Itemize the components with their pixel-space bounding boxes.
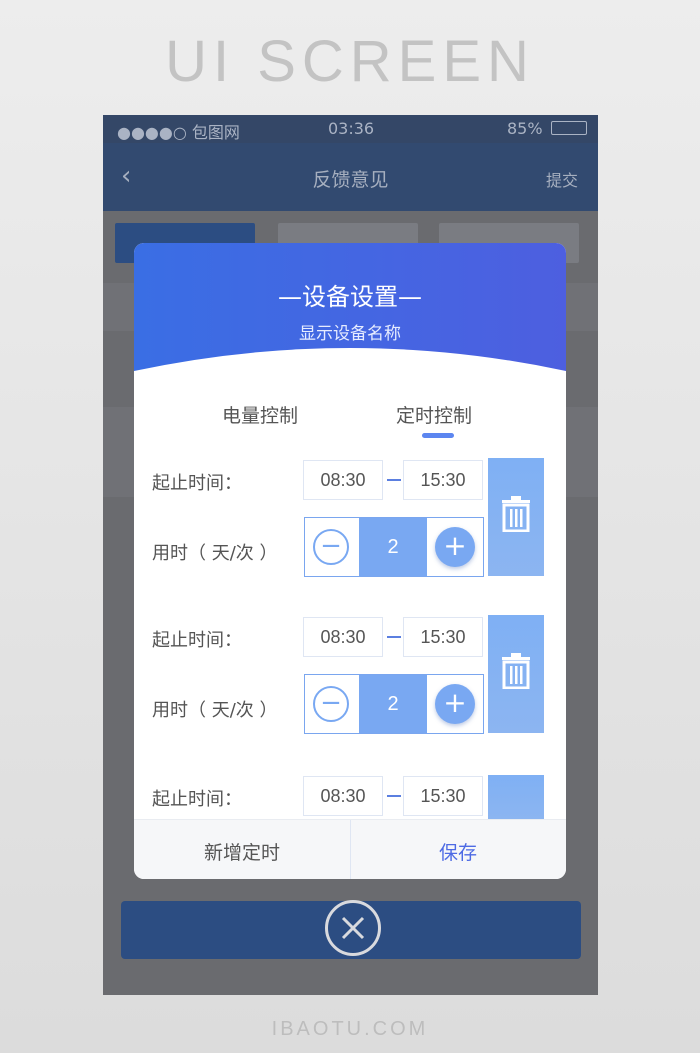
start-time-input[interactable]: 08:30 [303,617,383,657]
plus-icon[interactable]: + [435,684,475,724]
dialog-subtitle: 显示设备名称 [299,324,401,344]
time-range-label: 起止时间： [152,789,242,810]
device-settings-dialog: —设备设置— 显示设备名称 电量控制 定时控制 起止时间： 08:30 15:3… [134,243,566,879]
delete-schedule-button[interactable] [488,775,544,819]
stepper-value: 2 [359,518,427,576]
tab-power-control[interactable]: 电量控制 [222,401,298,428]
status-bar: ●●●●○ 包图网 03:36 85% [103,115,598,143]
dialog-title: —设备设置— [278,283,422,311]
status-time: 03:36 [328,119,375,138]
save-button[interactable]: 保存 [350,838,566,865]
minus-icon[interactable]: − [313,686,349,722]
duration-label: 用时（ 天/次 ） [152,700,278,721]
end-time-input[interactable]: 15:30 [403,776,483,816]
battery-icon [551,121,587,135]
battery-percent: 85% [507,119,543,138]
carrier: ●●●●○ 包图网 [117,123,240,142]
range-dash [387,795,401,797]
page-heading: UI SCREEN [165,29,535,94]
trash-icon [502,653,530,689]
start-time-input[interactable]: 08:30 [303,460,383,500]
header-curve [134,348,566,393]
close-icon[interactable] [325,900,381,956]
range-dash [387,479,401,481]
tab-timer-control[interactable]: 定时控制 [396,401,472,428]
page-footer: IBAOTU.COM [271,1018,429,1040]
time-range-label: 起止时间： [152,473,242,494]
quantity-stepper: − 2 + [304,674,484,734]
minus-icon[interactable]: − [313,529,349,565]
range-dash [387,636,401,638]
end-time-input[interactable]: 15:30 [403,617,483,657]
nav-title: 反馈意见 [312,169,389,191]
trash-icon [502,496,530,532]
nav-bar: ‹ 反馈意见 提交 [103,143,598,211]
quantity-stepper: − 2 + [304,517,484,577]
end-time-input[interactable]: 15:30 [403,460,483,500]
active-tab-indicator [422,433,454,438]
stepper-value: 2 [359,675,427,733]
submit-button[interactable]: 提交 [546,167,578,191]
dialog-footer: 新增定时 保存 [134,819,566,879]
time-range-label: 起止时间： [152,630,242,651]
start-time-input[interactable]: 08:30 [303,776,383,816]
duration-label: 用时（ 天/次 ） [152,543,278,564]
add-timer-button[interactable]: 新增定时 [134,838,350,865]
delete-schedule-button[interactable] [488,458,544,576]
plus-icon[interactable]: + [435,527,475,567]
delete-schedule-button[interactable] [488,615,544,733]
